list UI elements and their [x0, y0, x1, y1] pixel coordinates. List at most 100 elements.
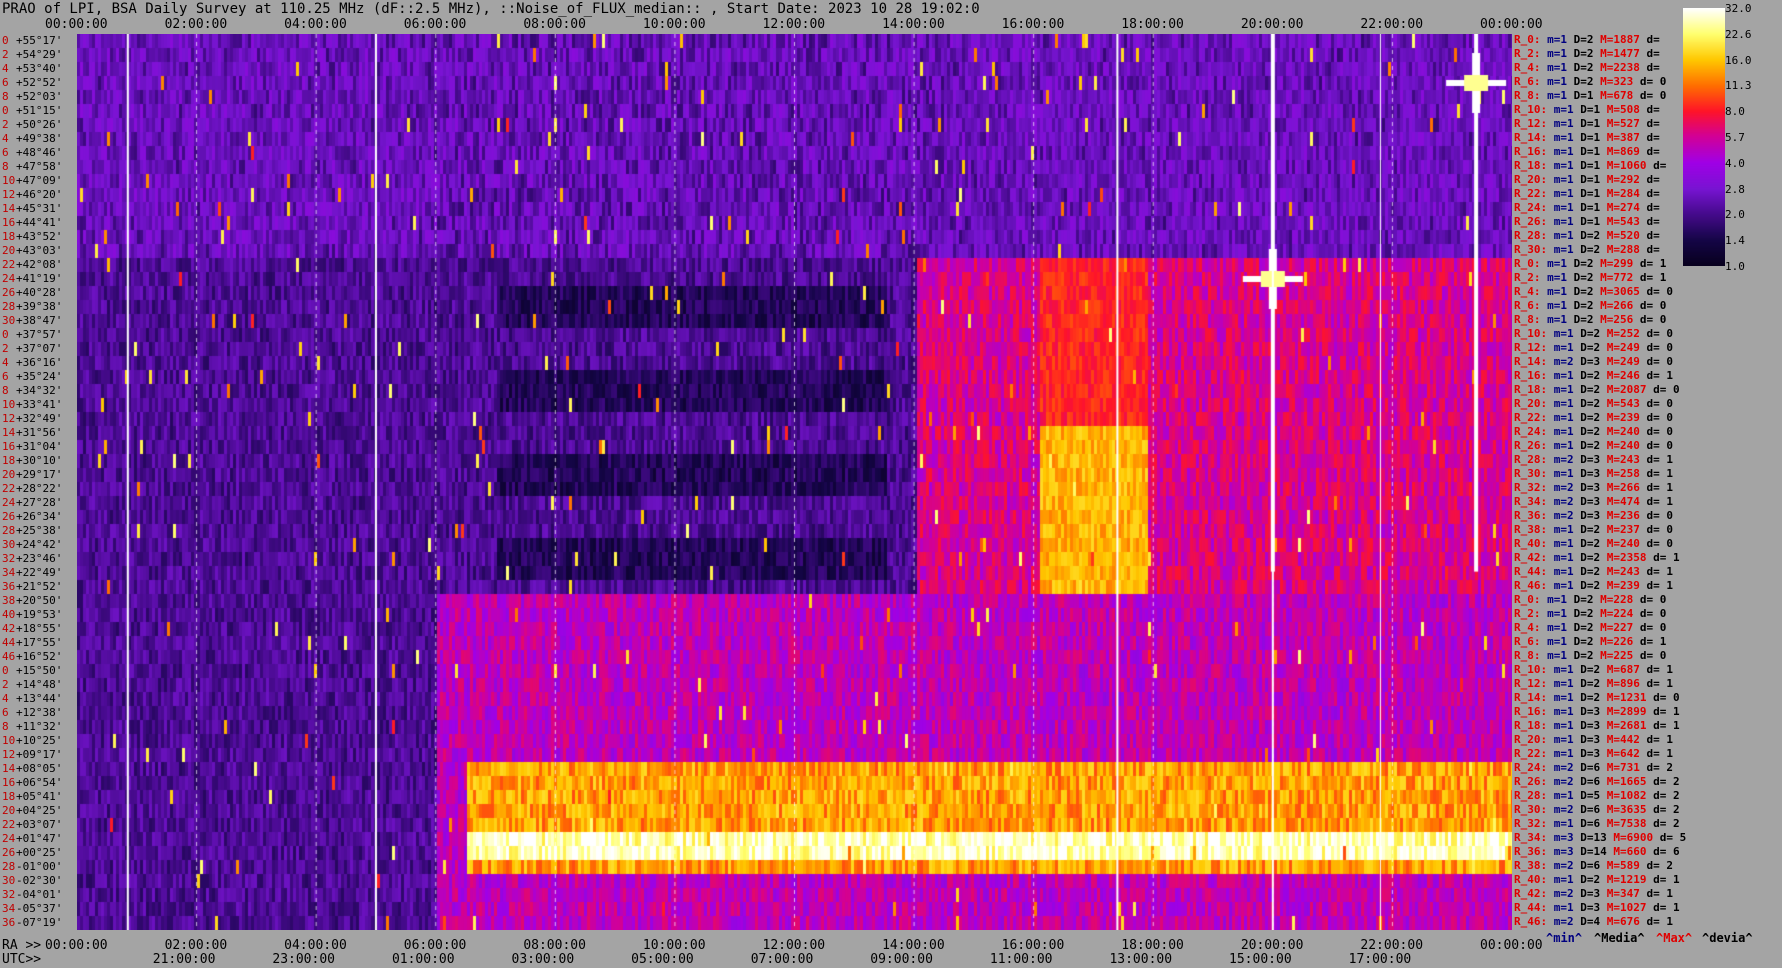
row-index: 22 [2, 482, 16, 495]
stat-field: M=256 [1593, 313, 1634, 326]
stat-field: D=1 [1573, 187, 1601, 200]
stat-field: D=6 [1573, 761, 1601, 774]
stat-field: m=2 [1547, 509, 1574, 522]
stat-field: D=2 [1573, 397, 1601, 410]
stat-field: M=2087 [1600, 383, 1647, 396]
row-stat: R_26: m=2 D=6 M=1665 d= 2 [1514, 776, 1680, 788]
row-stat: R_16: m=1 D=1 M=869 d= [1514, 146, 1660, 158]
row-stat: R_12: m=1 D=2 M=249 d= 0 [1514, 342, 1673, 354]
declination-label: 28+39°38' [2, 301, 62, 312]
stat-field: R_36: [1514, 509, 1548, 522]
declination-value: +25°38' [16, 524, 63, 537]
stat-field: D=2 [1573, 341, 1601, 354]
declination-value: +47°09' [16, 174, 63, 187]
stat-field: m=1 [1547, 705, 1574, 718]
stat-field: R_24: [1514, 201, 1548, 214]
stat-field: m=1 [1547, 411, 1574, 424]
stat-field: M=249 [1600, 341, 1640, 354]
declination-label: 4 +13°44' [2, 693, 62, 704]
stat-field: M=1027 [1600, 901, 1647, 914]
declination-label: 20+29°17' [2, 469, 62, 480]
declination-label: 28+25°38' [2, 525, 62, 536]
declination-value: +42°08' [16, 258, 63, 271]
stat-field: R_6: [1514, 299, 1541, 312]
declination-label: 16+31°04' [2, 441, 62, 452]
utc-tick: 01:00:00 [391, 952, 455, 967]
stat-field: D=2 [1573, 677, 1601, 690]
declination-label: 16+06°54' [2, 777, 62, 788]
stat-field: m=1 [1540, 285, 1567, 298]
row-index: 6 [2, 706, 9, 719]
stat-field: m=1 [1547, 201, 1574, 214]
stat-field: d= 1 [1646, 551, 1680, 564]
row-stat: R_10: m=1 D=2 M=252 d= 0 [1514, 328, 1673, 340]
stat-field: M=7538 [1600, 817, 1647, 830]
stat-field: d= 2 [1646, 775, 1680, 788]
stat-field: d= 1 [1646, 719, 1680, 732]
stat-field: d= [1646, 159, 1667, 172]
row-index: 14 [2, 762, 16, 775]
declination-label: 22+28°22' [2, 483, 62, 494]
declination-value: +21°52' [16, 580, 63, 593]
utc-tick: 21:00:00 [152, 952, 216, 967]
row-index: 8 [2, 90, 9, 103]
stat-field: M=240 [1600, 537, 1640, 550]
stat-field: R_46: [1514, 915, 1548, 928]
row-index: 26 [2, 510, 16, 523]
declination-label: 46+16°52' [2, 651, 62, 662]
row-stat: R_30: m=2 D=6 M=3635 d= 2 [1514, 804, 1680, 816]
stat-field: M=274 [1600, 201, 1640, 214]
stat-field: m=1 [1547, 663, 1574, 676]
stat-field: d= [1639, 33, 1660, 46]
stat-field: m=1 [1540, 89, 1567, 102]
stat-field: d= 2 [1646, 817, 1680, 830]
declination-value: +48°46' [16, 146, 63, 159]
stat-field: M=252 [1600, 327, 1640, 340]
row-stat: R_0: m=1 D=2 M=1887 d= [1514, 34, 1660, 46]
utc-axis-label: UTC>> [2, 952, 42, 967]
ra-tick: 18:00:00 [1121, 938, 1184, 953]
declination-label: 8 +47°58' [2, 161, 62, 172]
declination-value: +37°07' [16, 342, 63, 355]
declination-label: 22+03°07' [2, 819, 62, 830]
declination-value: -02°30' [16, 874, 63, 887]
stat-field: M=1082 [1600, 789, 1647, 802]
declination-value: -05°37' [16, 902, 63, 915]
stat-field: d= [1639, 215, 1660, 228]
row-stat: R_8: m=1 D=2 M=256 d= 0 [1514, 314, 1666, 326]
stat-field: D=2 [1573, 327, 1601, 340]
stat-field: M=543 [1600, 215, 1640, 228]
row-stat: R_24: m=1 D=1 M=274 d= [1514, 202, 1660, 214]
stat-field: D=2 [1567, 607, 1594, 620]
row-index: 6 [2, 370, 9, 383]
stat-field: d= 1 [1639, 887, 1673, 900]
declination-label: 4 +49°38' [2, 133, 62, 144]
stat-field: R_26: [1514, 215, 1548, 228]
stat-field: D=1 [1573, 173, 1601, 186]
stat-field: d= 2 [1639, 761, 1673, 774]
stat-field: R_24: [1514, 425, 1548, 438]
stat-field: d= [1639, 103, 1660, 116]
utc-tick: 05:00:00 [631, 952, 694, 967]
row-index: 36 [2, 916, 16, 929]
row-index: 14 [2, 426, 16, 439]
stat-field: m=1 [1547, 691, 1574, 704]
stat-field: d= 0 [1639, 285, 1673, 298]
stat-field: m=1 [1547, 425, 1574, 438]
stat-field: d= 1 [1639, 747, 1673, 760]
row-index: 28 [2, 860, 16, 873]
ra-tick: 08:00:00 [523, 938, 586, 953]
stat-field: D=3 [1573, 733, 1601, 746]
stat-field: m=1 [1547, 537, 1574, 550]
declination-label: 30+24°42' [2, 539, 62, 550]
stat-field: R_16: [1514, 145, 1548, 158]
row-index: 2 [2, 48, 9, 61]
stat-field: m=2 [1547, 803, 1574, 816]
stat-field: m=2 [1547, 453, 1574, 466]
row-stat: R_4: m=1 D=2 M=227 d= 0 [1514, 622, 1666, 634]
colorbar-label: 5.7 [1725, 131, 1745, 144]
stat-field: m=1 [1547, 719, 1574, 732]
row-stat: R_26: m=1 D=2 M=240 d= 0 [1514, 440, 1673, 452]
declination-value: +51°15' [16, 104, 63, 117]
stat-field: R_26: [1514, 439, 1548, 452]
